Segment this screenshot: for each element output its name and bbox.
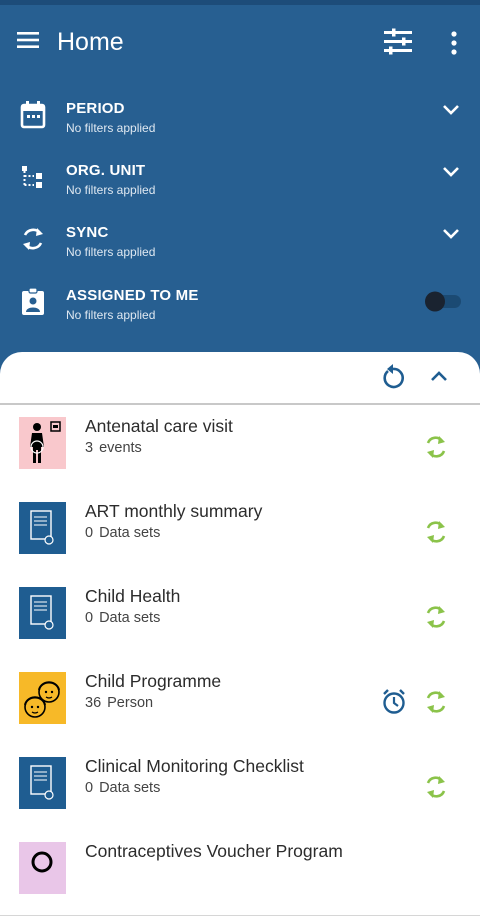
program-name: Clinical Monitoring Checklist <box>85 756 304 776</box>
count-value: 36 <box>85 695 102 711</box>
program-row[interactable]: Child Health 0 Data sets <box>0 575 480 661</box>
filter-assigned-to-me[interactable]: ASSIGNED TO ME No filters applied <box>0 283 480 335</box>
program-row[interactable]: Antenatal care visit 3 events <box>0 405 480 491</box>
filter-label: ASSIGNED TO ME <box>66 287 199 304</box>
program-count: 36 Person <box>85 695 159 711</box>
chevron-up-icon[interactable] <box>428 367 450 385</box>
assigned-to-me-toggle[interactable] <box>423 289 463 313</box>
count-unit: Data sets <box>99 525 161 541</box>
chevron-down-icon[interactable] <box>440 226 462 242</box>
count-value: 0 <box>85 780 94 796</box>
filter-sync[interactable]: SYNC No filters applied <box>0 220 480 272</box>
filter-status: No filters applied <box>66 308 156 322</box>
filter-label: SYNC <box>66 224 109 241</box>
filter-label: PERIOD <box>66 100 125 117</box>
filter-org-unit[interactable]: ORG. UNIT No filters applied <box>0 158 480 210</box>
program-name: Child Programme <box>85 671 222 691</box>
app-bar: Home <box>0 5 480 77</box>
filter-status: No filters applied <box>66 121 156 135</box>
program-name: Antenatal care visit <box>85 416 233 436</box>
more-vert-icon[interactable] <box>444 30 464 56</box>
filter-status: No filters applied <box>66 245 156 259</box>
program-count: 0 Data sets <box>85 780 166 796</box>
chevron-down-icon[interactable] <box>440 164 462 180</box>
count-unit: Data sets <box>99 780 161 796</box>
program-row[interactable]: Clinical Monitoring Checklist 0 Data sets <box>0 745 480 831</box>
program-name: ART monthly summary <box>85 501 263 521</box>
calendar-icon <box>20 100 46 130</box>
sync-icon[interactable] <box>424 603 448 631</box>
sync-icon[interactable] <box>424 773 448 801</box>
org-tree-icon <box>20 162 46 192</box>
alarm-icon[interactable] <box>381 688 407 716</box>
children-faces-icon <box>19 672 66 724</box>
hamburger-icon[interactable] <box>16 30 40 50</box>
program-row[interactable]: Child Programme 36 Person <box>0 660 480 746</box>
pregnant-woman-icon <box>19 417 66 469</box>
filter-label: ORG. UNIT <box>66 162 146 179</box>
program-count: 3 events <box>85 440 148 456</box>
count-value: 0 <box>85 610 94 626</box>
filter-status: No filters applied <box>66 183 156 197</box>
program-row[interactable]: Contraceptives Voucher Program <box>0 830 480 916</box>
count-value: 3 <box>85 440 94 456</box>
dataset-form-icon <box>19 587 66 639</box>
sync-icon[interactable] <box>424 433 448 461</box>
count-unit: Person <box>107 695 154 711</box>
refresh-icon[interactable] <box>380 363 406 391</box>
count-unit: Data sets <box>99 610 161 626</box>
program-row[interactable]: ART monthly summary 0 Data sets <box>0 490 480 576</box>
program-name: Child Health <box>85 586 181 606</box>
dataset-form-icon <box>19 757 66 809</box>
filter-period[interactable]: PERIOD No filters applied <box>0 96 480 148</box>
program-count: 0 Data sets <box>85 610 166 626</box>
chevron-down-icon[interactable] <box>440 102 462 118</box>
count-value: 0 <box>85 525 94 541</box>
program-name: Contraceptives Voucher Program <box>85 841 343 861</box>
assignment-ind-icon <box>20 287 46 317</box>
sync-icon[interactable] <box>424 518 448 546</box>
sync-icon <box>20 224 46 254</box>
page-title: Home <box>57 28 124 56</box>
contraceptive-icon <box>19 842 66 894</box>
filter-list-icon[interactable] <box>383 28 413 56</box>
program-count: 0 Data sets <box>85 525 166 541</box>
count-unit: events <box>99 440 142 456</box>
sync-icon[interactable] <box>424 688 448 716</box>
dataset-form-icon <box>19 502 66 554</box>
